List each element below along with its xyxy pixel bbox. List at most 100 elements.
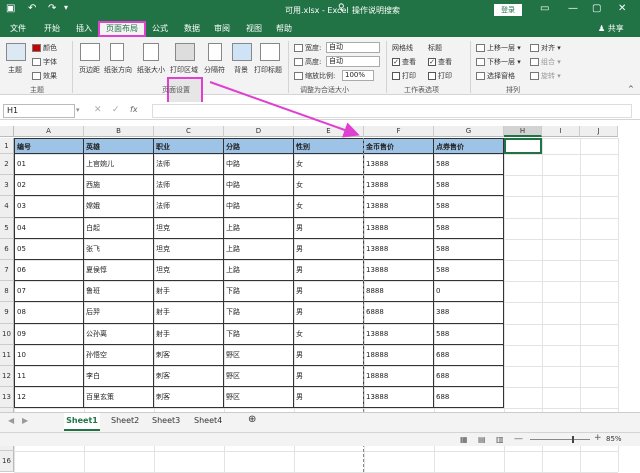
enter-icon[interactable]: ✓: [112, 105, 120, 115]
sheet-tab-sheet4[interactable]: Sheet4: [194, 416, 222, 425]
table-cell[interactable]: 588: [434, 323, 504, 345]
row-header-5[interactable]: 5: [0, 217, 14, 239]
fonts-button[interactable]: 字体: [32, 57, 57, 67]
row-header-6[interactable]: 6: [0, 238, 14, 260]
tab-formulas[interactable]: 公式: [152, 23, 168, 34]
select-all-corner[interactable]: [0, 126, 14, 137]
gridlines-view-checkbox[interactable]: ✓ 查看: [392, 57, 416, 67]
rotate-button[interactable]: 旋转 ▾: [530, 71, 561, 81]
headings-view-checkbox[interactable]: ✓ 查看: [428, 57, 452, 67]
table-cell[interactable]: 坦克: [154, 238, 224, 260]
table-cell[interactable]: 588: [434, 217, 504, 239]
table-cell[interactable]: 公孙离: [84, 323, 154, 345]
table-header-cell[interactable]: 英雄: [84, 138, 154, 154]
row-header-9[interactable]: 9: [0, 302, 14, 324]
table-cell[interactable]: 05: [14, 238, 84, 260]
table-cell[interactable]: 下路: [224, 302, 294, 324]
background-icon[interactable]: [232, 43, 252, 61]
table-cell[interactable]: 588: [434, 154, 504, 176]
minimize-icon[interactable]: —: [568, 3, 578, 14]
table-cell[interactable]: 09: [14, 323, 84, 345]
table-cell[interactable]: 上路: [224, 217, 294, 239]
table-cell[interactable]: 野区: [224, 344, 294, 366]
sheet-tab-sheet1[interactable]: Sheet1: [64, 413, 100, 431]
margins-button[interactable]: 页边距: [79, 65, 100, 75]
send-backward-button[interactable]: 下移一层 ▾: [476, 57, 521, 67]
page-break-view-icon[interactable]: ▥: [496, 435, 504, 444]
table-cell[interactable]: 男: [294, 366, 364, 388]
group-button[interactable]: 组合 ▾: [530, 57, 561, 67]
table-cell[interactable]: 夏侯惇: [84, 260, 154, 282]
table-cell[interactable]: 04: [14, 217, 84, 239]
table-cell[interactable]: 688: [434, 387, 504, 409]
row-header-8[interactable]: 8: [0, 281, 14, 303]
gridlines-print-checkbox[interactable]: 打印: [392, 71, 416, 81]
table-cell[interactable]: 女: [294, 175, 364, 197]
column-header-d[interactable]: D: [224, 126, 294, 137]
effects-button[interactable]: 效果: [32, 71, 57, 81]
sheet-tab-sheet2[interactable]: Sheet2: [111, 416, 139, 425]
table-cell[interactable]: 法师: [154, 175, 224, 197]
row-header-3[interactable]: 3: [0, 175, 14, 197]
table-cell[interactable]: 中路: [224, 175, 294, 197]
table-cell[interactable]: 女: [294, 154, 364, 176]
zoom-in-icon[interactable]: +: [594, 433, 602, 443]
row-header-12[interactable]: 12: [0, 366, 14, 388]
table-cell[interactable]: 8888: [364, 281, 434, 303]
margins-icon[interactable]: [80, 43, 100, 61]
row-header-11[interactable]: 11: [0, 344, 14, 366]
print-titles-icon[interactable]: [260, 43, 280, 61]
table-cell[interactable]: 坦克: [154, 260, 224, 282]
table-cell[interactable]: 野区: [224, 387, 294, 409]
zoom-slider-thumb[interactable]: [572, 436, 574, 443]
table-cell[interactable]: 13888: [364, 387, 434, 409]
orientation-icon[interactable]: [110, 43, 124, 61]
close-icon[interactable]: ✕: [618, 3, 626, 14]
column-header-h[interactable]: H: [504, 126, 542, 137]
table-cell[interactable]: 388: [434, 302, 504, 324]
table-cell[interactable]: 10: [14, 344, 84, 366]
table-cell[interactable]: 西施: [84, 175, 154, 197]
table-header-cell[interactable]: 分路: [224, 138, 294, 154]
table-cell[interactable]: 嫦娥: [84, 196, 154, 218]
normal-view-icon[interactable]: ▦: [460, 435, 468, 444]
prev-sheet-icon[interactable]: ◀: [8, 416, 14, 425]
column-header-g[interactable]: G: [434, 126, 504, 137]
table-cell[interactable]: 13888: [364, 217, 434, 239]
tab-review[interactable]: 审阅: [214, 23, 230, 34]
table-cell[interactable]: 坦克: [154, 217, 224, 239]
selected-cell-h1[interactable]: [504, 138, 542, 154]
table-cell[interactable]: 刺客: [154, 366, 224, 388]
table-cell[interactable]: 射手: [154, 323, 224, 345]
fx-icon[interactable]: fx: [130, 105, 138, 114]
table-cell[interactable]: 588: [434, 260, 504, 282]
scale-input[interactable]: 100%: [342, 70, 374, 81]
table-cell[interactable]: 中路: [224, 154, 294, 176]
table-cell[interactable]: 02: [14, 175, 84, 197]
print-titles-button[interactable]: 打印标题: [254, 65, 282, 75]
table-cell[interactable]: 孙悟空: [84, 344, 154, 366]
print-area-button[interactable]: 打印区域: [170, 65, 198, 75]
tab-file[interactable]: 文件: [10, 23, 26, 34]
column-header-e[interactable]: E: [294, 126, 364, 137]
table-header-cell[interactable]: 金币售价: [364, 138, 434, 154]
zoom-slider[interactable]: [530, 439, 590, 440]
share-button[interactable]: ♟ 共享: [598, 23, 624, 34]
table-cell[interactable]: 18888: [364, 344, 434, 366]
table-cell[interactable]: 上路: [224, 238, 294, 260]
breaks-icon[interactable]: [208, 43, 222, 61]
table-header-cell[interactable]: 职业: [154, 138, 224, 154]
login-button[interactable]: 登录: [494, 4, 522, 16]
height-dropdown[interactable]: 自动: [326, 56, 380, 67]
add-sheet-icon[interactable]: ⊕: [248, 414, 256, 425]
next-sheet-icon[interactable]: ▶: [22, 416, 28, 425]
table-cell[interactable]: 588: [434, 175, 504, 197]
column-header-b[interactable]: B: [84, 126, 154, 137]
namebox-dropdown-icon[interactable]: ▾: [76, 106, 80, 114]
table-cell[interactable]: 0: [434, 281, 504, 303]
table-cell[interactable]: 13888: [364, 175, 434, 197]
table-cell[interactable]: 688: [434, 366, 504, 388]
sheet-tab-sheet3[interactable]: Sheet3: [152, 416, 180, 425]
table-header-cell[interactable]: 点券售价: [434, 138, 504, 154]
orientation-button[interactable]: 纸张方向: [104, 65, 132, 75]
